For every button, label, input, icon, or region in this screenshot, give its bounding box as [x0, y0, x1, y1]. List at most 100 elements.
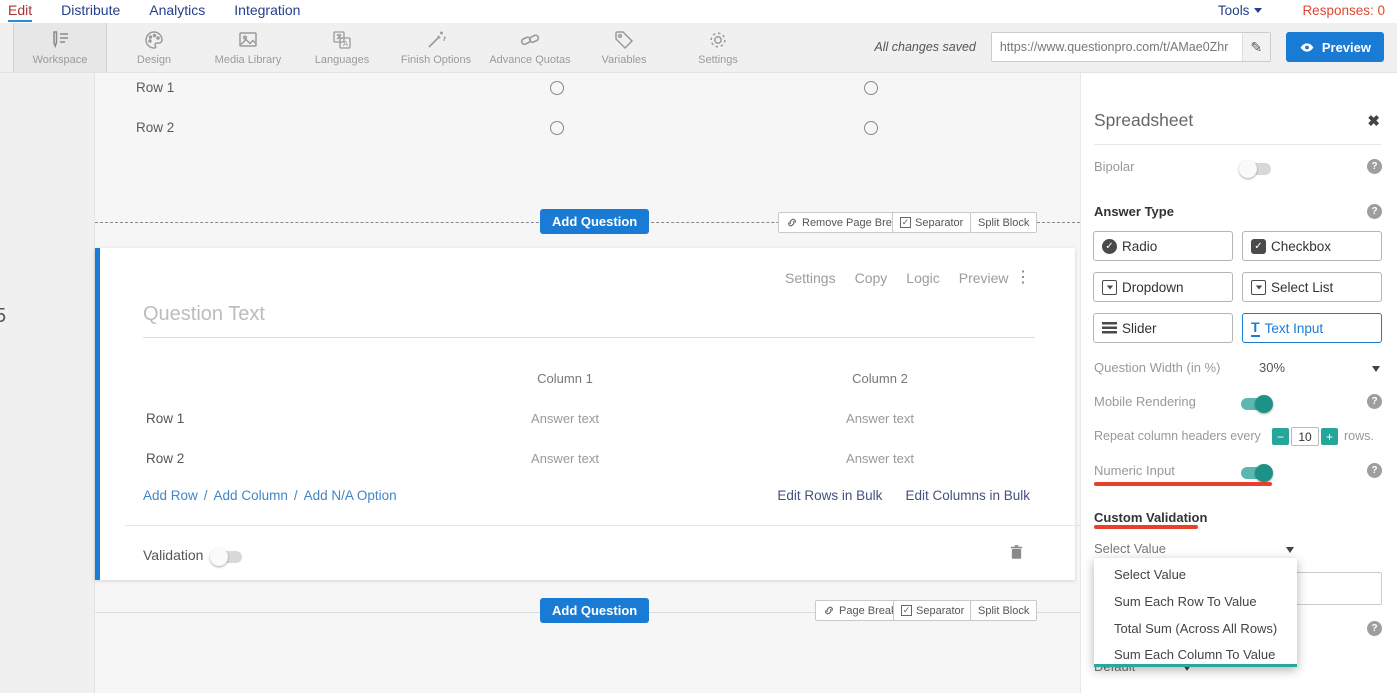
link-separator: /	[204, 488, 208, 503]
nav-tab-analytics[interactable]: Analytics	[149, 2, 205, 22]
add-row-link[interactable]: Add Row	[143, 488, 198, 503]
page-break-label: Page Break	[839, 605, 896, 617]
numeric-input-toggle[interactable]	[1241, 467, 1271, 479]
separator-button-bottom[interactable]: ✓ Separator	[893, 600, 972, 621]
delete-question-icon[interactable]	[1010, 544, 1023, 565]
answer-type-select-list[interactable]: Select List	[1242, 272, 1382, 302]
add-na-option-link[interactable]: Add N/A Option	[304, 488, 397, 503]
toolbar-item-label: Languages	[315, 54, 369, 66]
help-icon[interactable]: ?	[1367, 394, 1382, 409]
chevron-down-icon[interactable]	[1286, 547, 1294, 553]
dropdown-option[interactable]: Select Value	[1114, 567, 1186, 582]
toolbar-item-workspace[interactable]: Workspace	[13, 23, 107, 72]
toolbar-item-finish-options[interactable]: Finish Options	[389, 23, 483, 72]
preview-button[interactable]: Preview	[1286, 32, 1384, 62]
add-question-button-bottom[interactable]: Add Question	[540, 598, 649, 623]
separator-button-top[interactable]: ✓ Separator	[892, 212, 971, 233]
radio-option[interactable]	[864, 121, 878, 135]
decrement-button[interactable]: −	[1272, 428, 1289, 445]
column-header[interactable]: Column 1	[495, 371, 635, 386]
answer-cell[interactable]: Answer text	[495, 451, 635, 466]
increment-button[interactable]: +	[1321, 428, 1338, 445]
edit-columns-in-bulk-link[interactable]: Edit Columns in Bulk	[905, 488, 1030, 503]
survey-url-input[interactable]	[992, 40, 1242, 54]
toolbar-item-media-library[interactable]: Media Library	[201, 23, 295, 72]
split-block-button-top[interactable]: Split Block	[970, 212, 1037, 233]
responses-count[interactable]: Responses: 0	[1302, 3, 1385, 18]
edit-rows-in-bulk-link[interactable]: Edit Rows in Bulk	[777, 488, 882, 503]
design-icon	[143, 29, 165, 51]
bipolar-toggle[interactable]	[1241, 163, 1271, 175]
checkbox-icon: ✓	[1251, 239, 1266, 254]
radio-option[interactable]	[550, 81, 564, 95]
toolbar-item-advance-quotas[interactable]: Advance Quotas	[483, 23, 577, 72]
help-icon[interactable]: ?	[1367, 204, 1382, 219]
answer-cell[interactable]: Answer text	[495, 411, 635, 426]
help-icon[interactable]: ?	[1367, 463, 1382, 478]
edit-url-icon[interactable]: ✎	[1242, 33, 1270, 61]
answer-cell[interactable]: Answer text	[810, 451, 950, 466]
settings-icon	[707, 29, 729, 51]
toolbar-item-label: Variables	[601, 54, 646, 66]
question-preview-link[interactable]: Preview	[959, 270, 1009, 286]
validation-toggle[interactable]	[212, 551, 242, 563]
save-status: All changes saved	[874, 40, 975, 54]
advance-quotas-icon	[519, 29, 541, 51]
radio-option[interactable]	[550, 121, 564, 135]
add-column-link[interactable]: Add Column	[214, 488, 288, 503]
close-icon[interactable]: ✖	[1367, 112, 1380, 130]
nav-tab-distribute[interactable]: Distribute	[61, 2, 120, 22]
row-label[interactable]: Row 1	[146, 411, 184, 426]
question-width-value[interactable]: 30%	[1259, 360, 1285, 375]
column-header[interactable]: Column 2	[810, 371, 950, 386]
preview-label: Preview	[1322, 40, 1371, 55]
remove-page-break-label: Remove Page Break	[802, 217, 904, 229]
dropdown-option[interactable]: Sum Each Column To Value	[1114, 647, 1275, 662]
dropdown-option[interactable]: Total Sum (Across All Rows)	[1114, 621, 1277, 636]
toolbar-item-languages[interactable]: A Languages	[295, 23, 389, 72]
question-copy-link[interactable]: Copy	[855, 270, 888, 286]
question-text-input[interactable]: Question Text	[143, 303, 265, 326]
toolbar-item-variables[interactable]: Variables	[577, 23, 671, 72]
nav-tab-edit[interactable]: Edit	[8, 2, 32, 22]
answer-type-radio[interactable]: ✓ Radio	[1093, 231, 1233, 261]
dropdown-option[interactable]: Sum Each Row To Value	[1114, 594, 1257, 609]
left-rail	[0, 73, 95, 693]
help-icon[interactable]: ?	[1367, 159, 1382, 174]
answer-type-text-input[interactable]: T Text Input	[1242, 313, 1382, 343]
toolbar-item-label: Settings	[698, 54, 738, 66]
question-text-underline	[143, 337, 1035, 338]
text-input-icon: T	[1251, 320, 1260, 337]
split-block-label: Split Block	[978, 217, 1029, 229]
answer-type-slider[interactable]: Slider	[1093, 313, 1233, 343]
repeat-rows-input[interactable]	[1291, 427, 1319, 446]
add-question-button-top[interactable]: Add Question	[540, 209, 649, 234]
answer-type-dropdown[interactable]: Dropdown	[1093, 272, 1233, 302]
help-icon[interactable]: ?	[1367, 621, 1382, 636]
nav-tab-integration[interactable]: Integration	[234, 2, 300, 22]
select-list-icon	[1251, 280, 1266, 295]
answer-type-checkbox[interactable]: ✓ Checkbox	[1242, 231, 1382, 261]
kebab-menu-icon[interactable]: ⋮	[1015, 267, 1031, 287]
question-logic-link[interactable]: Logic	[906, 270, 939, 286]
answer-cell[interactable]: Answer text	[810, 411, 950, 426]
question-settings-panel: Spreadsheet ✖ Bipolar ? Answer Type ? ✓ …	[1080, 73, 1397, 693]
answer-type-option-label: Dropdown	[1122, 280, 1184, 295]
validation-select[interactable]: Select Value	[1094, 541, 1166, 556]
separator-label: Separator	[916, 605, 964, 617]
toolbar-item-label: Advance Quotas	[489, 54, 570, 66]
question-settings-link[interactable]: Settings	[785, 270, 836, 286]
toolbar-item-label: Design	[137, 54, 171, 66]
radio-option[interactable]	[864, 81, 878, 95]
chevron-down-icon[interactable]	[1372, 366, 1380, 372]
mobile-rendering-toggle[interactable]	[1241, 398, 1271, 410]
tools-menu[interactable]: Tools	[1218, 3, 1263, 18]
split-block-button-bottom[interactable]: Split Block	[970, 600, 1037, 621]
toolbar-item-settings[interactable]: Settings	[671, 23, 765, 72]
row-label[interactable]: Row 2	[146, 451, 184, 466]
card-divider	[125, 525, 1080, 526]
toolbar-item-design[interactable]: Design	[107, 23, 201, 72]
repeat-headers-suffix: rows.	[1344, 429, 1374, 443]
answer-type-option-label: Checkbox	[1271, 239, 1331, 254]
page-break-button[interactable]: Page Break	[815, 600, 904, 621]
